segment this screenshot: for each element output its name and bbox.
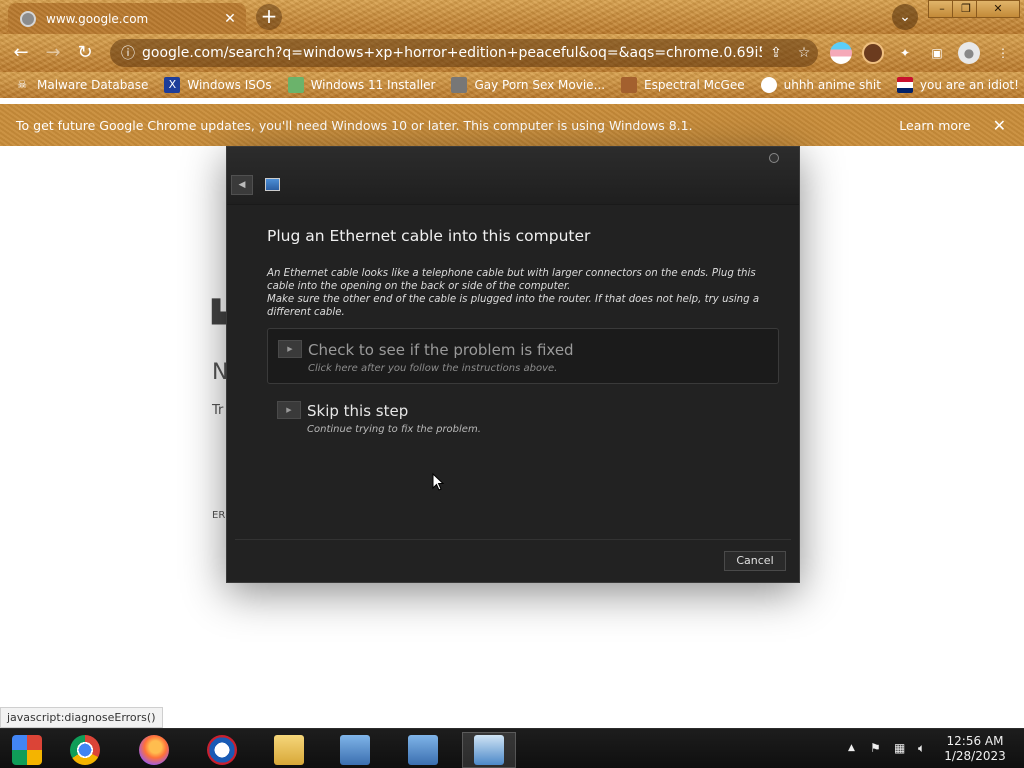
- system-clock[interactable]: 12:56 AM 1/28/2023: [936, 734, 1014, 764]
- bookmark-label: Espectral McGee: [644, 78, 745, 92]
- address-bar[interactable]: ⓘ google.com/search?q=windows+xp+horror+…: [110, 39, 818, 67]
- bookmarks-bar: ☠ Malware Database X Windows ISOs Windows …: [0, 72, 1024, 98]
- back-button[interactable]: ←: [8, 40, 34, 66]
- star-icon[interactable]: ☆: [790, 45, 818, 61]
- close-window-button[interactable]: ✕: [976, 0, 1020, 18]
- show-hidden-icons-button[interactable]: ▲: [848, 743, 855, 753]
- network-diagnostics-icon: [474, 735, 504, 765]
- side-panel-icon[interactable]: ▣: [926, 42, 948, 64]
- taskbar-network-diag-active[interactable]: [462, 732, 516, 768]
- tab-close-button[interactable]: ✕: [220, 11, 240, 27]
- browser-toolbar: ← → ↻ ⓘ google.com/search?q=windows+xp+h…: [0, 34, 1024, 72]
- browser-tab[interactable]: www.google.com ✕: [8, 3, 246, 34]
- clock-date: 1/28/2023: [944, 749, 1006, 763]
- mouse-cursor-icon: [432, 473, 444, 491]
- menu-dots-icon[interactable]: ⋮: [992, 42, 1014, 64]
- taskbar-network-diag-2[interactable]: [396, 732, 450, 768]
- circle-logo-icon: [207, 735, 237, 765]
- sprite-icon: [451, 77, 468, 93]
- picture-icon: [287, 77, 304, 93]
- cancel-button[interactable]: Cancel: [724, 551, 786, 571]
- dialog-titlebar: ◀: [227, 147, 799, 205]
- forward-button[interactable]: →: [40, 40, 66, 66]
- anime-icon: [760, 77, 777, 93]
- globe-icon: [20, 10, 36, 27]
- bookmark-movie[interactable]: Gay Porn Sex Movie...: [451, 77, 605, 93]
- error-text-fragment: Tr: [212, 403, 224, 418]
- new-tab-button[interactable]: +: [256, 4, 282, 30]
- bookmark-you-are-an-idiot[interactable]: you are an idiot!: [896, 77, 1019, 93]
- network-error-icon[interactable]: ▦: [894, 741, 905, 755]
- start-icon: [12, 735, 42, 765]
- skull-icon: ☠: [17, 78, 27, 91]
- dialog-divider: [235, 539, 791, 540]
- tab-title: www.google.com: [46, 11, 149, 26]
- dialog-instructions: An Ethernet cable looks like a telephone…: [267, 267, 767, 319]
- taskbar-firefox[interactable]: [127, 732, 181, 768]
- clock-time: 12:56 AM: [946, 734, 1004, 748]
- check-problem-fixed-option[interactable]: ▶ Check to see if the problem is fixed C…: [267, 328, 779, 384]
- network-computer-icon: [340, 735, 370, 765]
- folder-icon: [274, 735, 304, 765]
- url-text[interactable]: google.com/search?q=windows+xp+horror+ed…: [142, 45, 762, 61]
- taskbar-chrome[interactable]: [58, 732, 112, 768]
- bookmark-espectral-mcgee[interactable]: Espectral McGee: [621, 77, 745, 93]
- bookmark-windows-11-installer[interactable]: Windows 11 Installer: [287, 77, 436, 93]
- dialog-heading: Plug an Ethernet cable into this compute…: [267, 227, 591, 245]
- network-computer-icon: [408, 735, 438, 765]
- info-icon[interactable]: ⓘ: [114, 43, 142, 63]
- volume-icon[interactable]: 🔈︎: [918, 741, 925, 756]
- firefox-icon: [139, 735, 169, 765]
- bookmark-anime[interactable]: uhhh anime shit: [760, 77, 881, 93]
- option-subtitle: Click here after you follow the instruct…: [308, 363, 558, 374]
- status-bubble: javascript:diagnoseErrors(): [0, 707, 163, 728]
- bookmark-label: Windows 11 Installer: [310, 78, 436, 92]
- skip-step-option[interactable]: ▶ Skip this step Continue trying to fix …: [267, 390, 779, 446]
- taskbar-file-explorer[interactable]: [262, 732, 316, 768]
- network-diagnostics-icon: [265, 178, 280, 191]
- account-avatar-icon[interactable]: ●: [958, 42, 980, 64]
- back-arrow-icon[interactable]: ◀: [231, 175, 253, 195]
- face-icon: [621, 77, 638, 93]
- taskbar-network-diag-1[interactable]: [328, 732, 382, 768]
- reload-button[interactable]: ↻: [72, 40, 98, 66]
- option-title: Check to see if the problem is fixed: [308, 341, 574, 359]
- taskbar: ▲ ⚑ ▦ 🔈︎ 12:56 AM 1/28/2023: [0, 728, 1024, 768]
- profile-extension-icon[interactable]: [862, 42, 884, 64]
- option-title: Skip this step: [307, 402, 409, 420]
- dialog-close-icon[interactable]: [769, 153, 779, 163]
- network-diagnostics-dialog: ◀ Plug an Ethernet cable into this compu…: [226, 146, 800, 583]
- taskbar-app-logo[interactable]: [195, 732, 249, 768]
- trans-flag-extension-icon[interactable]: [830, 42, 852, 64]
- instruction-paragraph-2: Make sure the other end of the cable is …: [267, 294, 760, 318]
- infobar-close-button[interactable]: ✕: [993, 116, 1006, 135]
- chrome-icon: [70, 735, 100, 765]
- action-center-flag-icon[interactable]: ⚑: [870, 741, 881, 755]
- option-subtitle: Continue trying to fix the problem.: [307, 424, 481, 435]
- bookmark-label: Windows ISOs: [187, 78, 272, 92]
- tab-search-button[interactable]: ⌄: [892, 4, 918, 30]
- bookmark-label: Gay Porn Sex Movie...: [474, 78, 606, 92]
- instruction-paragraph-1: An Ethernet cable looks like a telephone…: [267, 268, 756, 292]
- error-code-fragment: ER: [212, 510, 226, 521]
- arrow-right-icon: ▶: [277, 401, 301, 419]
- update-infobar: To get future Google Chrome updates, you…: [0, 104, 1024, 146]
- bookmark-windows-isos[interactable]: X Windows ISOs: [164, 77, 272, 93]
- bookmark-label: Malware Database: [37, 78, 149, 92]
- bookmark-malware-database[interactable]: ☠ Malware Database: [14, 77, 148, 93]
- infobar-message: To get future Google Chrome updates, you…: [16, 117, 693, 133]
- x-icon: X: [164, 77, 181, 93]
- flag-icon: [896, 77, 913, 93]
- bookmark-label: uhhh anime shit: [783, 78, 881, 92]
- share-icon[interactable]: ⇪: [762, 45, 790, 61]
- learn-more-link[interactable]: Learn more: [899, 118, 970, 133]
- arrow-right-icon: ▶: [278, 340, 302, 358]
- tab-strip: www.google.com ✕ + ⌄ – ❐ ✕: [0, 0, 1024, 34]
- start-button[interactable]: [0, 732, 54, 768]
- bookmark-label: you are an idiot!: [919, 78, 1019, 92]
- puzzle-icon[interactable]: ✦: [894, 42, 916, 64]
